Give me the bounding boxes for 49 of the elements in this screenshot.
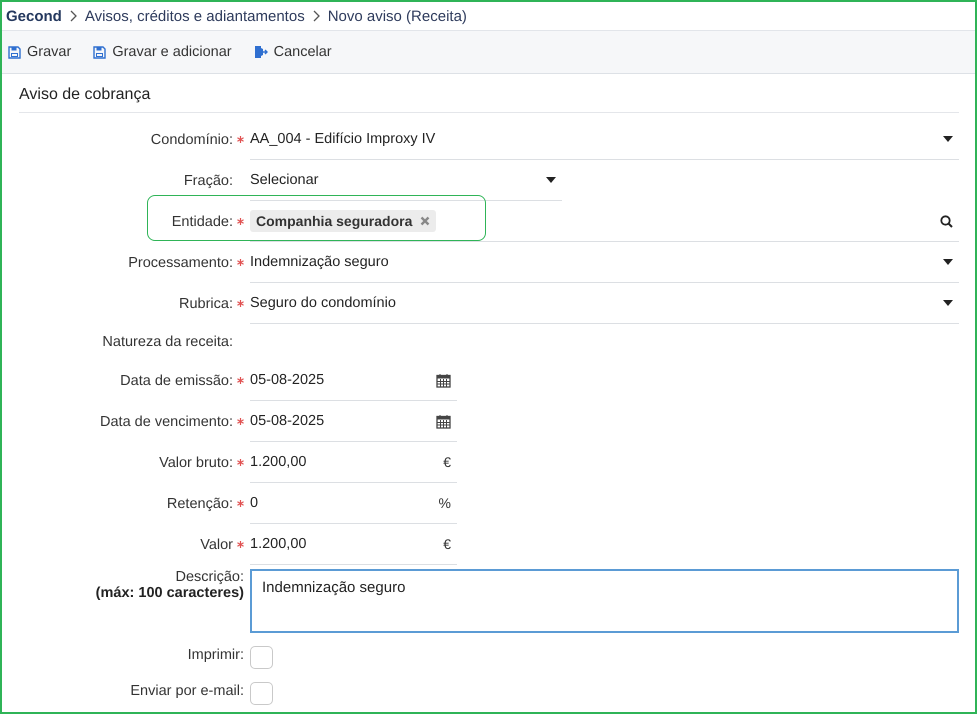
field-label: Natureza da receita: [102, 334, 233, 350]
select-field[interactable]: Selecionar [250, 160, 562, 201]
amount-field[interactable]: 1.200,00 € [250, 524, 457, 565]
field-label: Valor [200, 536, 233, 552]
chevron-right-icon [70, 10, 77, 22]
date-field[interactable]: 05-08-2025 [250, 401, 457, 442]
chevron-right-icon [312, 10, 320, 22]
field-label: Data de vencimento: [100, 414, 233, 430]
field-label: Enviar por e-mail: [130, 683, 244, 699]
breadcrumb-link[interactable]: Avisos, créditos e adiantamentos [84, 8, 305, 24]
field-label: Data de emissão: [120, 372, 233, 388]
select-field[interactable]: Indemnização seguro [250, 242, 959, 283]
entity-search-field[interactable]: Companhia seguradora [250, 201, 959, 242]
dropdown-caret-icon[interactable] [943, 136, 953, 142]
select-field[interactable]: Seguro do condomínio [250, 283, 959, 324]
field-label: Retenção: [166, 496, 233, 512]
dropdown-caret-icon[interactable] [546, 177, 556, 183]
dropdown-caret-icon[interactable] [943, 259, 953, 265]
date-field[interactable]: 05-08-2025 [250, 360, 457, 401]
toolbar-button[interactable]: Gravar e adicionar [93, 42, 232, 62]
selected-tag: Companhia seguradora [250, 210, 436, 232]
amount-field[interactable]: 1.200,00 € [250, 442, 457, 483]
breadcrumb-link[interactable]: Gecond [6, 8, 62, 24]
select-field[interactable]: AA_004 - Edifício Improxy IV [250, 119, 959, 160]
field-label: Imprimir: [188, 647, 244, 663]
calendar-icon[interactable] [436, 372, 451, 388]
field-hint: (máx: 100 caracteres) [96, 585, 244, 601]
field-label: Rubrica: [179, 296, 233, 312]
field-label: Condomínio: [150, 132, 233, 148]
toolbar-button[interactable]: Gravar [8, 42, 72, 62]
field-label: Fração: [184, 172, 233, 188]
toolbar-button[interactable]: Cancelar [254, 42, 332, 62]
dropdown-caret-icon[interactable] [943, 300, 953, 306]
save-icon [93, 46, 106, 58]
field-label: Entidade: [172, 214, 233, 230]
search-icon[interactable] [940, 214, 953, 228]
calendar-icon[interactable] [436, 414, 451, 428]
checkbox[interactable] [250, 682, 273, 705]
field-label: Processamento: [128, 254, 233, 270]
breadcrumb-link[interactable]: Novo aviso (Receita) [328, 8, 467, 24]
description-field[interactable]: Indemnização seguro [250, 569, 959, 633]
amount-field[interactable]: 0 % [250, 483, 457, 524]
field-label: Descrição: [176, 569, 244, 585]
exit-icon [254, 45, 268, 59]
field-label: Valor bruto: [159, 454, 233, 470]
remove-icon[interactable] [420, 216, 430, 226]
section-title: Aviso de cobrança [19, 86, 959, 113]
save-icon [8, 46, 21, 58]
checkbox[interactable] [250, 646, 273, 669]
